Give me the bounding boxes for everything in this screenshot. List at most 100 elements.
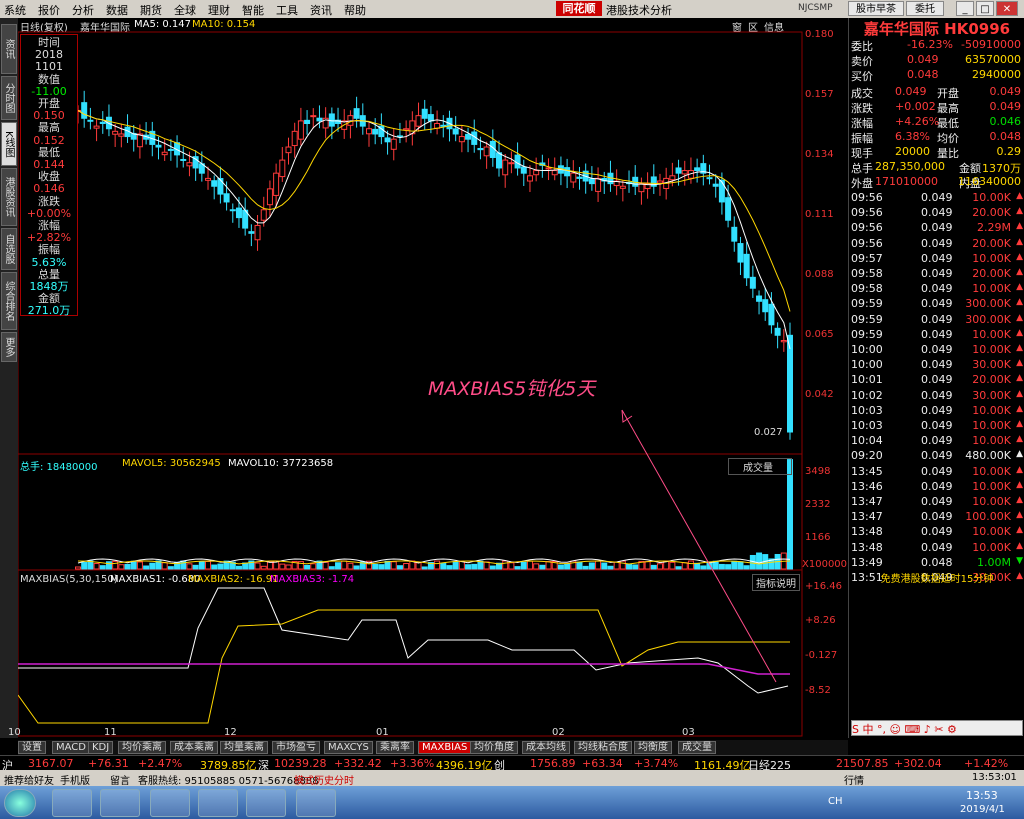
- start-button[interactable]: [4, 789, 36, 817]
- quote-panel: 嘉年华国际 HK0996 委比 -16.23% -50910000 卖价 0.04…: [848, 18, 1024, 738]
- left-tab-timeshare[interactable]: 分时图: [1, 76, 17, 120]
- info-label: 271.0万: [27, 304, 71, 318]
- candle-body: [452, 128, 459, 135]
- indicator-tab[interactable]: 均价乘离: [118, 741, 166, 754]
- left-tab-hk-news[interactable]: 港股资讯: [1, 168, 17, 226]
- arrow-up-icon: ▲: [1016, 206, 1023, 217]
- sh-value[interactable]: 3167.07: [28, 757, 74, 770]
- indicator-tab[interactable]: MAXCYS: [324, 741, 373, 754]
- candle-body: [273, 172, 280, 196]
- candle-body: [458, 136, 465, 143]
- indicator-tab[interactable]: 均价角度: [470, 741, 518, 754]
- indicator-tab[interactable]: 均线粘合度: [574, 741, 632, 754]
- arrow-down-icon: ▼: [1016, 555, 1023, 566]
- indicator-tab[interactable]: 设置: [18, 741, 46, 754]
- stat-row: 涨幅 +4.26% 最低 0.046: [849, 115, 1024, 130]
- left-tab-bar: 资讯 分时图 K线图 港股资讯 自选股 综合排名 更多: [0, 18, 18, 738]
- ths-app-icon[interactable]: [100, 789, 140, 817]
- left-tab-watchlist[interactable]: 自选股: [1, 228, 17, 270]
- menu-item-analysis[interactable]: 分析: [72, 2, 94, 18]
- left-tab-ranking[interactable]: 综合排名: [1, 272, 17, 330]
- message-link[interactable]: 留言: [110, 772, 130, 787]
- candle-body: [390, 138, 397, 150]
- minimize-button[interactable]: _: [956, 1, 974, 16]
- arrow-up-icon: ▲: [1016, 388, 1023, 399]
- indicator-tab[interactable]: MAXBIAS: [418, 741, 472, 754]
- tick-row: 09:59 0.049 300.00K ▲: [849, 313, 1024, 328]
- volume-bar: [353, 565, 360, 570]
- ie-icon[interactable]: [52, 789, 92, 817]
- tick-volume: 30.00K: [972, 358, 1011, 372]
- indicator-tab[interactable]: 乘离率: [376, 741, 414, 754]
- tick-volume: 30.00K: [972, 388, 1011, 402]
- tick-time: 13:47: [851, 510, 883, 524]
- recommend-link[interactable]: 推荐给好友: [4, 772, 54, 787]
- candle-body: [421, 108, 428, 119]
- indicator-tab[interactable]: 市场盈亏: [272, 741, 320, 754]
- left-tab-more[interactable]: 更多: [1, 332, 17, 362]
- maximize-button[interactable]: □: [976, 1, 994, 16]
- arrow-up-icon: ▲: [1016, 449, 1023, 460]
- menu-bar: 系统 报价 分析 数据 期货 全球 理财 智能 工具 资讯 帮助 同花顺 港股技…: [0, 0, 1024, 18]
- indicator-tab[interactable]: KDJ: [88, 741, 114, 754]
- menu-item-system[interactable]: 系统: [4, 2, 26, 18]
- menu-item-quote[interactable]: 报价: [38, 2, 60, 18]
- sh-change: +76.31: [88, 757, 129, 770]
- indicator-tab[interactable]: 成本乘离: [170, 741, 218, 754]
- sz-value[interactable]: 10239.28: [274, 757, 327, 770]
- x-tick-label: 03: [682, 727, 695, 738]
- candle-body: [328, 113, 335, 127]
- indicator-tab[interactable]: 均衡度: [634, 741, 672, 754]
- history-mode-text[interactable]: 模式历史分时: [294, 772, 354, 787]
- left-tab-news[interactable]: 资讯: [1, 24, 17, 74]
- status-clock: 13:53:01: [972, 772, 1017, 783]
- ime-indicator[interactable]: CH: [828, 796, 843, 807]
- morning-tea-button[interactable]: 股市早茶: [848, 1, 904, 16]
- tick-row: 09:59 0.049 10.00K ▲: [849, 328, 1024, 343]
- menu-item-finance[interactable]: 理财: [208, 2, 230, 18]
- sz-change: +332.42: [334, 757, 382, 770]
- photo-app-icon[interactable]: [198, 789, 238, 817]
- menu-item-tools[interactable]: 工具: [276, 2, 298, 18]
- candle-body: [694, 167, 701, 172]
- menu-item-smart[interactable]: 智能: [242, 2, 264, 18]
- volume-bar: [576, 561, 583, 570]
- tick-volume: 10.00K: [972, 464, 1011, 478]
- info-value: 开盘: [38, 97, 60, 110]
- bias-tick-label: -8.52: [805, 685, 831, 696]
- stat-label: 振幅: [851, 132, 873, 145]
- mobile-link[interactable]: 手机版: [60, 772, 90, 787]
- ime-toolbar[interactable]: S 中 °, ☺ ⌨ ♪ ✂ ⚙: [851, 720, 1023, 736]
- menu-item-help[interactable]: 帮助: [344, 2, 366, 18]
- arrow-up-icon: ▲: [1016, 327, 1023, 338]
- indicator-tab[interactable]: 成本均线: [522, 741, 570, 754]
- candle-body: [304, 119, 311, 125]
- left-tab-kline[interactable]: K线图: [1, 122, 17, 166]
- trade-button[interactable]: 委托: [906, 1, 944, 16]
- order-label: 卖价: [851, 55, 873, 68]
- menu-item-futures[interactable]: 期货: [140, 2, 162, 18]
- menu-item-news[interactable]: 资讯: [310, 2, 332, 18]
- window-app-icon[interactable]: [246, 789, 286, 817]
- nk-value[interactable]: 21507.85: [836, 757, 889, 770]
- candle-body: [502, 159, 509, 176]
- indicator-tab[interactable]: MACD: [52, 741, 90, 754]
- menu-item-global[interactable]: 全球: [174, 2, 196, 18]
- stat-row: 现手 20000 量比 0.29: [849, 145, 1024, 160]
- menu-item-data[interactable]: 数据: [106, 2, 128, 18]
- indicator-tab[interactable]: 均量乘离: [220, 741, 268, 754]
- tick-price: 0.048: [921, 555, 953, 569]
- close-button[interactable]: ✕: [996, 1, 1018, 16]
- cards-game-icon[interactable]: [150, 789, 190, 817]
- market-button[interactable]: 行情: [844, 772, 864, 787]
- cy-value[interactable]: 1756.89: [530, 757, 576, 770]
- pen-app-icon[interactable]: [296, 789, 336, 817]
- volume-bar: [149, 562, 156, 570]
- tick-price: 0.049: [921, 267, 953, 280]
- volume-bar: [384, 560, 391, 570]
- indicator-help-button[interactable]: 指标说明: [752, 574, 800, 591]
- vol-tick-label: 1166: [805, 532, 831, 543]
- candle-body: [762, 299, 769, 313]
- indicator-tab[interactable]: 成交量: [678, 741, 716, 754]
- volume-indicator-select[interactable]: 成交量: [728, 458, 792, 475]
